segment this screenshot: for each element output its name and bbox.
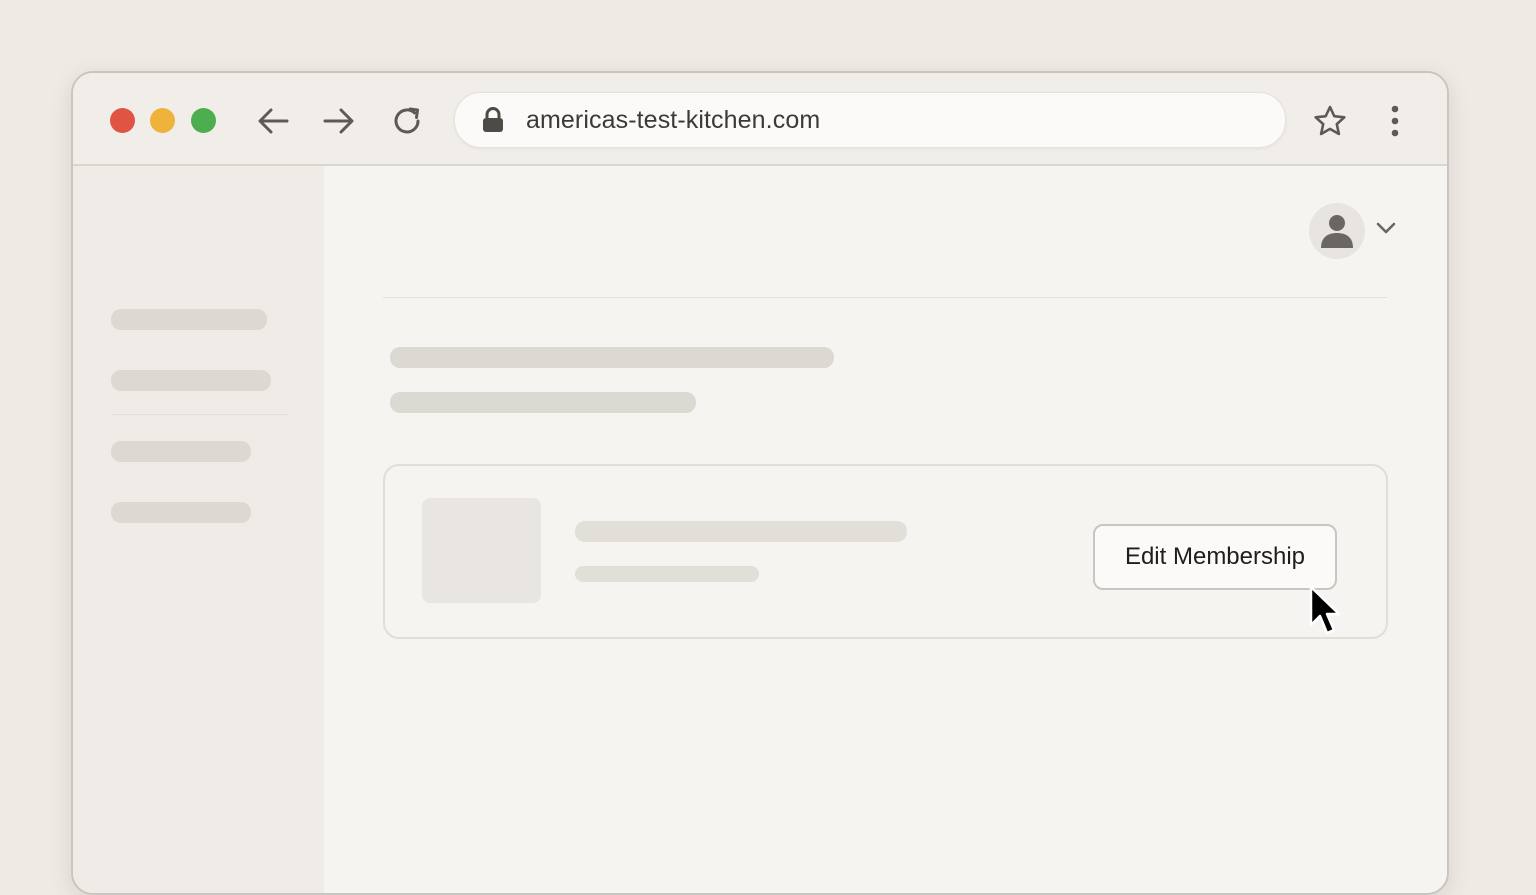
address-bar[interactable]: americas-test-kitchen.com [454, 92, 1286, 148]
membership-thumbnail [422, 498, 541, 603]
url-text: americas-test-kitchen.com [526, 106, 821, 134]
membership-card: Edit Membership [383, 464, 1388, 639]
page-title-placeholder [390, 347, 834, 368]
header-divider [383, 297, 1387, 298]
close-window-button[interactable] [110, 108, 135, 133]
kebab-menu-icon [1391, 105, 1399, 137]
bookmark-button[interactable] [1310, 101, 1350, 141]
sidebar [73, 166, 324, 893]
page-subtitle-placeholder [390, 392, 696, 413]
reload-button[interactable] [387, 101, 427, 141]
sidebar-item-placeholder[interactable] [111, 441, 251, 462]
browser-menu-button[interactable] [1375, 101, 1415, 141]
membership-detail-placeholder [575, 566, 759, 582]
lock-icon [483, 107, 503, 132]
reload-icon [394, 107, 420, 134]
star-icon [1314, 105, 1346, 136]
chevron-down-icon[interactable] [1375, 221, 1397, 235]
forward-arrow-icon [323, 108, 354, 134]
minimize-window-button[interactable] [150, 108, 175, 133]
user-icon [1321, 215, 1353, 248]
account-avatar[interactable] [1309, 203, 1365, 259]
sidebar-item-placeholder[interactable] [111, 370, 271, 391]
maximize-window-button[interactable] [191, 108, 216, 133]
sidebar-item-placeholder[interactable] [111, 309, 267, 330]
edit-membership-button[interactable]: Edit Membership [1093, 524, 1337, 590]
browser-toolbar: americas-test-kitchen.com [73, 73, 1447, 166]
back-button[interactable] [253, 101, 293, 141]
sidebar-divider [111, 414, 288, 415]
back-arrow-icon [258, 108, 289, 134]
browser-window: americas-test-kitchen.com Edit Membershi… [71, 71, 1449, 895]
sidebar-item-placeholder[interactable] [111, 502, 251, 523]
membership-title-placeholder [575, 521, 907, 542]
forward-button[interactable] [319, 101, 359, 141]
